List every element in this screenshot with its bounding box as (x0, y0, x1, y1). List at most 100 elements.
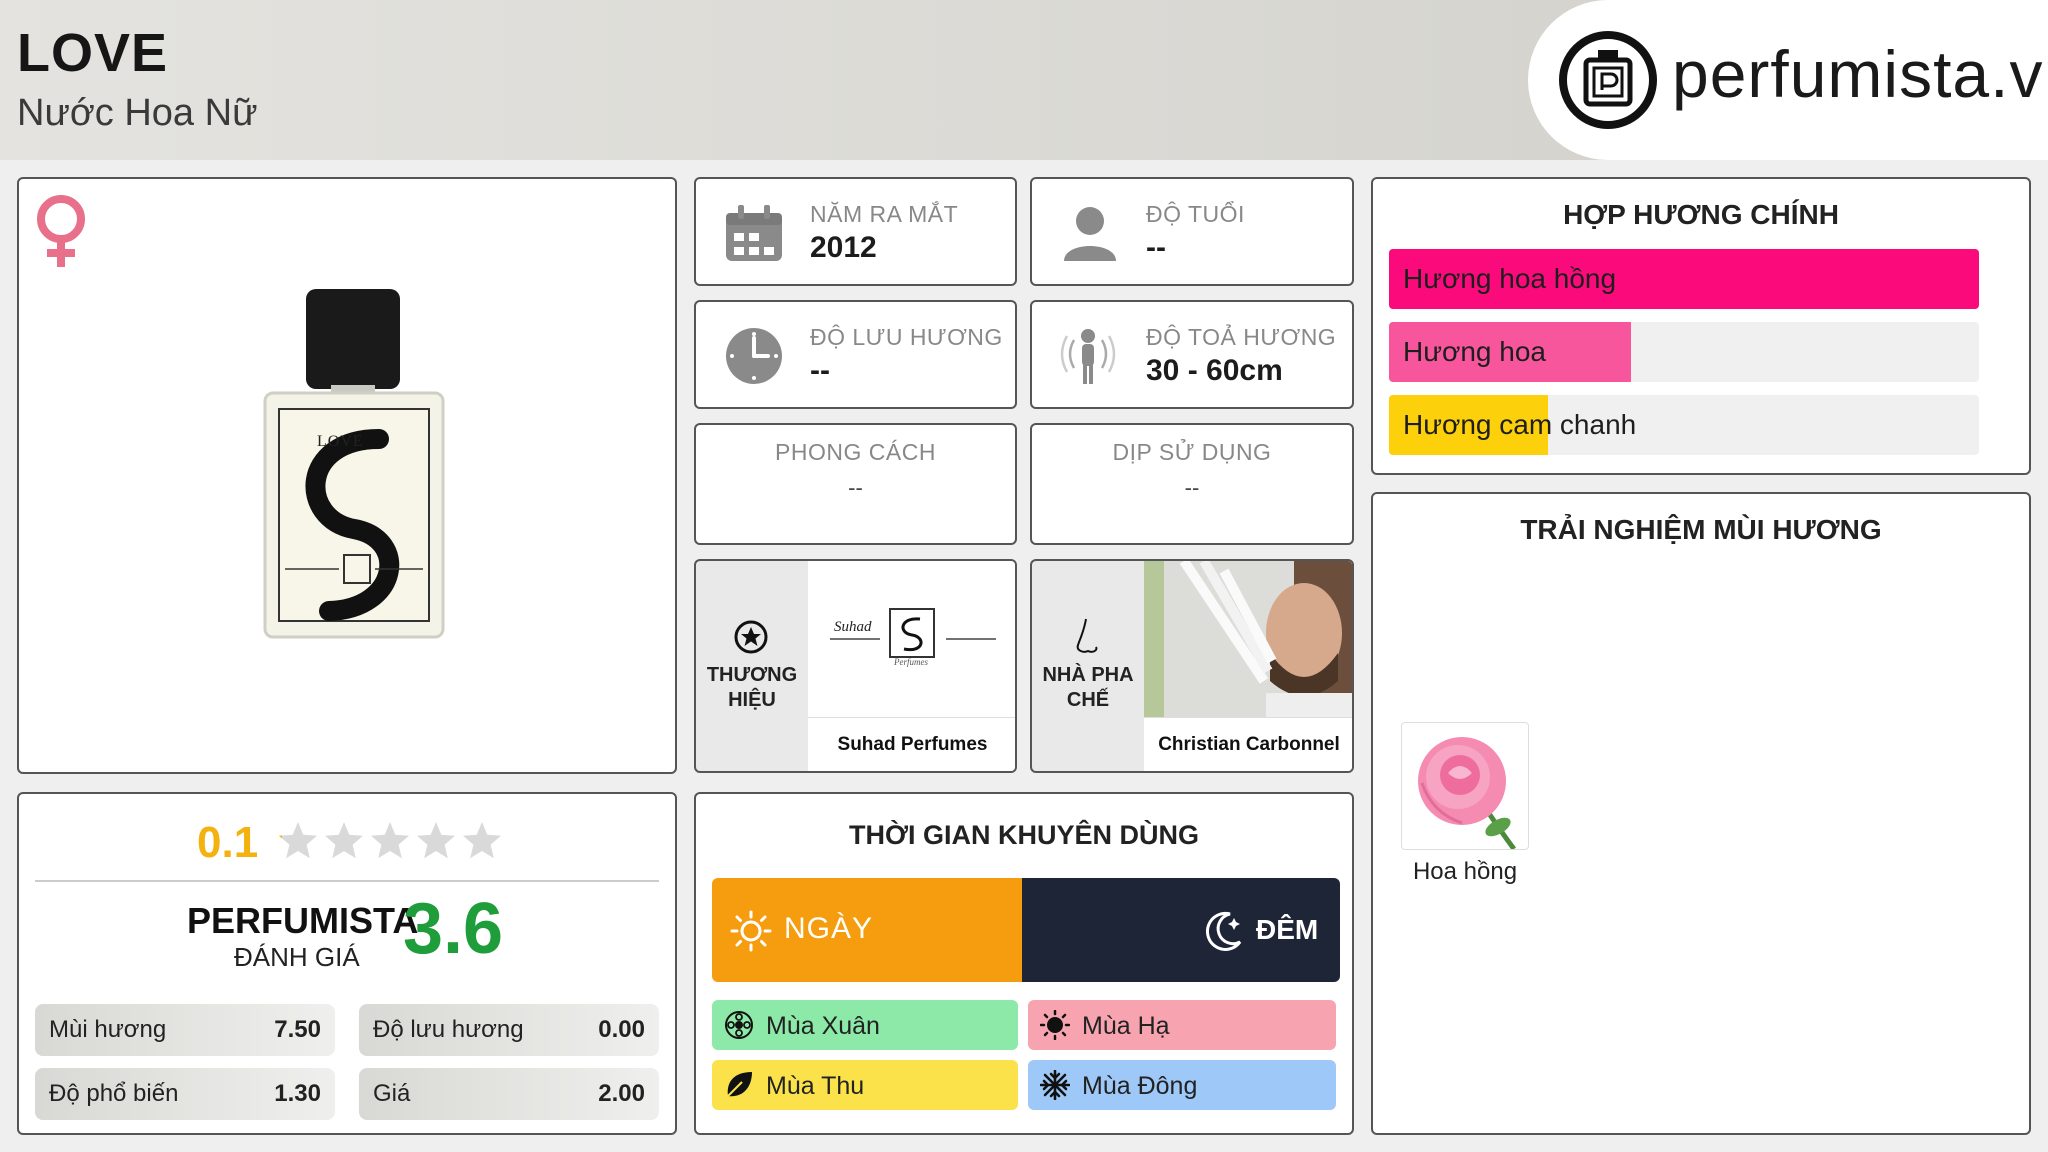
score-label: Độ phổ biến (49, 1080, 179, 1107)
season-label: Mùa Đông (1082, 1072, 1198, 1100)
perfumista-score: 3.6 (403, 889, 504, 969)
perfumer-name: Christian Carbonnel (1158, 734, 1340, 755)
stat-longevity: ĐỘ LƯU HƯƠNG -- (694, 300, 1017, 409)
perfume-bottle-image: LOVE (259, 289, 449, 639)
experience-title: TRẢI NGHIỆM MÙI HƯƠNG (1520, 514, 1882, 545)
season-label: Mùa Hạ (1082, 1012, 1170, 1040)
moon-icon (1200, 908, 1246, 954)
season-summer[interactable]: Mùa Hạ (1028, 1000, 1336, 1050)
user-icon (1060, 203, 1120, 263)
accords-panel: HỢP HƯƠNG CHÍNH Hương hoa hồng Hương hoa… (1371, 177, 2031, 475)
star-badge-icon (733, 619, 769, 655)
accord-label: Hương cam chanh (1403, 409, 1637, 440)
site-name: perfumista.vn (1672, 37, 2048, 111)
brand-logo-text: Suhad (834, 619, 872, 635)
score-value: 2.00 (598, 1080, 645, 1107)
sun-icon (1039, 1009, 1071, 1041)
score-value: 0.00 (598, 1016, 645, 1043)
divider (35, 880, 659, 882)
season-autumn[interactable]: Mùa Thu (712, 1060, 1018, 1110)
experience-panel: TRẢI NGHIỆM MÙI HƯƠNG Hoa hồng (1371, 492, 2031, 1135)
night-block[interactable]: ĐÊM (1022, 878, 1340, 982)
perfumer-label: NHÀ PHA CHẾ (1042, 664, 1134, 711)
score-value: 1.30 (274, 1080, 321, 1107)
perfumer-side: NHÀ PHA CHẾ (1032, 561, 1144, 771)
brand-name: Suhad Perfumes (837, 734, 988, 755)
note-label: Hoa hồng (1412, 858, 1518, 885)
season-winter[interactable]: Mùa Đông (1028, 1060, 1336, 1110)
stat-value: -- (1146, 231, 1166, 264)
score-label: Mùi hương (49, 1016, 167, 1043)
stat-label: NĂM RA MẮT (810, 201, 959, 227)
star-empty[interactable] (325, 822, 363, 859)
night-label: ĐÊM (1256, 914, 1319, 945)
bottle-label: LOVE (317, 433, 364, 450)
perfumista-sublabel: ĐÁNH GIÁ (234, 942, 360, 972)
stat-value: -- (1184, 475, 1200, 500)
score-popularity: Độ phổ biến 1.30 (35, 1068, 335, 1120)
brand-logo-subtext: Perfumes (894, 657, 928, 667)
stat-value: 2012 (810, 231, 877, 264)
perfumer-card[interactable]: NHÀ PHA CHẾ Christian Carbonnel (1030, 559, 1354, 773)
stat-label: DỊP SỬ DỤNG (1112, 439, 1272, 465)
stat-launch-year: NĂM RA MẮT 2012 (694, 177, 1017, 286)
accord-label: Hương hoa (1403, 336, 1546, 367)
sillage-person-icon (1056, 322, 1120, 386)
product-title: LOVE (17, 23, 169, 83)
product-image-panel: LOVE (17, 177, 677, 774)
brand-label: THƯƠNG HIỆU (706, 664, 798, 711)
score-scent: Mùi hương 7.50 (35, 1004, 335, 1056)
brand-name-area: Suhad Perfumes (808, 717, 1015, 771)
star-empty[interactable] (417, 822, 455, 859)
stat-label: PHONG CÁCH (775, 439, 936, 465)
stat-label: ĐỘ TUỔI (1146, 201, 1245, 227)
note-rose-image[interactable] (1401, 722, 1529, 851)
star-rating[interactable] (274, 820, 514, 864)
usage-panel: THỜI GIAN KHUYÊN DÙNG NGÀY ĐÊM Mùa Xuân … (694, 792, 1354, 1135)
rating-panel: 0.1 PERFUMISTA ĐÁNH GIÁ 3.6 Mùi hương 7.… (17, 792, 677, 1135)
star-empty[interactable] (279, 822, 317, 859)
score-value: 7.50 (274, 1016, 321, 1043)
accord-bar: Hương hoa hồng (1389, 249, 1979, 309)
brand-card[interactable]: THƯƠNG HIỆU Suhad Perfumes Suhad Perfume… (694, 559, 1017, 773)
stat-value: 30 - 60cm (1146, 354, 1283, 387)
day-label: NGÀY (784, 912, 874, 945)
stat-sillage: ĐỘ TOẢ HƯƠNG 30 - 60cm (1030, 300, 1354, 409)
accords-title: HỢP HƯƠNG CHÍNH (1563, 199, 1839, 230)
stat-style: PHONG CÁCH -- (694, 423, 1017, 545)
nose-icon (1072, 617, 1104, 657)
product-category: Nước Hoa Nữ (17, 92, 258, 134)
perfumer-name-area: Christian Carbonnel (1144, 717, 1352, 771)
snowflake-icon (1039, 1069, 1071, 1101)
perfumista-logo-icon (1558, 30, 1658, 130)
season-label: Mùa Thu (766, 1072, 865, 1100)
user-rating-score: 0.1 (197, 818, 259, 867)
sun-icon (730, 910, 772, 952)
accord-bar: Hương cam chanh (1389, 395, 1979, 455)
flower-icon (724, 1010, 754, 1040)
score-label: Độ lưu hương (373, 1016, 524, 1043)
stat-label: ĐỘ TOẢ HƯƠNG (1146, 324, 1337, 350)
stat-age: ĐỘ TUỔI -- (1030, 177, 1354, 286)
stat-label: ĐỘ LƯU HƯƠNG (810, 324, 1003, 350)
brand-side: THƯƠNG HIỆU (696, 561, 808, 771)
star-empty[interactable] (371, 822, 409, 859)
score-longevity: Độ lưu hương 0.00 (359, 1004, 659, 1056)
season-label: Mùa Xuân (766, 1012, 880, 1040)
star-empty[interactable] (463, 822, 501, 859)
stat-value: -- (848, 475, 863, 500)
female-icon (33, 193, 89, 269)
day-block[interactable]: NGÀY (712, 878, 1022, 982)
season-spring[interactable]: Mùa Xuân (712, 1000, 1018, 1050)
usage-title: THỜI GIAN KHUYÊN DÙNG (848, 820, 1200, 850)
score-price: Giá 2.00 (359, 1068, 659, 1120)
calendar-icon (724, 203, 784, 263)
accord-label: Hương hoa hồng (1403, 263, 1617, 294)
stat-occasion: DỊP SỬ DỤNG -- (1030, 423, 1354, 545)
perfumista-label: PERFUMISTA (187, 900, 419, 941)
stat-value: -- (810, 354, 830, 387)
clock-icon (724, 326, 784, 386)
accord-bar: Hương hoa (1389, 322, 1979, 382)
score-label: Giá (373, 1080, 411, 1107)
perfumer-photo (1144, 561, 1352, 717)
